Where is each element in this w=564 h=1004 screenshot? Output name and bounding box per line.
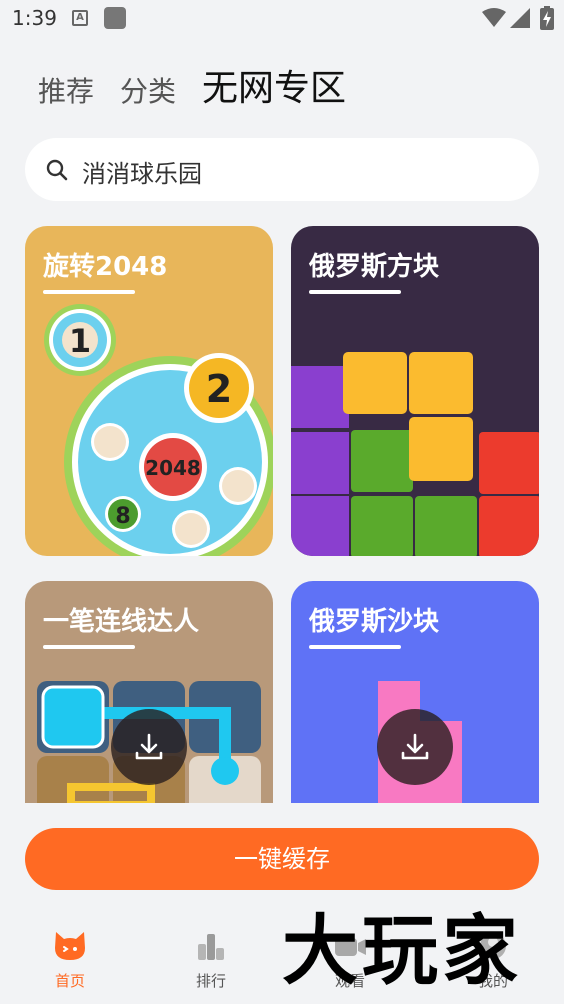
- battery-charging-icon: [540, 6, 554, 30]
- game-card-rotate-2048[interactable]: 1 2 2048 8 旋转2048: [25, 226, 273, 556]
- nav-label-home: 首页: [54, 972, 85, 990]
- watermark-logo: 大玩家: [282, 906, 522, 995]
- tab-category[interactable]: 分类: [120, 72, 176, 112]
- tab-recommend[interactable]: 推荐: [38, 72, 94, 112]
- download-button[interactable]: [111, 709, 187, 785]
- title-underline: [309, 290, 401, 294]
- ball-2-label: 2: [206, 367, 232, 411]
- download-icon: [401, 733, 429, 760]
- card-title: 俄罗斯沙块: [309, 607, 440, 637]
- card-title: 一笔连线达人: [43, 607, 200, 637]
- title-underline: [43, 290, 135, 294]
- nav-item-home[interactable]: 首页: [25, 930, 115, 991]
- search-bar[interactable]: 消消球乐园: [25, 138, 539, 201]
- nav-item-ranking[interactable]: 排行: [166, 930, 256, 991]
- title-underline: [43, 645, 135, 649]
- home-cat-icon: [55, 932, 85, 960]
- game-card-tetris[interactable]: 俄罗斯方块: [291, 226, 539, 556]
- ball-8-label: 8: [115, 504, 130, 529]
- download-button[interactable]: [377, 709, 453, 785]
- title-underline: [309, 645, 401, 649]
- status-bar: 1:39 A: [0, 0, 564, 38]
- nav-label-ranking: 排行: [195, 972, 226, 990]
- wifi-icon: [482, 8, 506, 27]
- ball-1-label: 1: [69, 322, 91, 360]
- search-placeholder: 消消球乐园: [82, 160, 202, 188]
- notification-icon: A: [72, 10, 88, 26]
- one-click-cache-button[interactable]: 一键缓存: [25, 828, 539, 890]
- search-icon: [46, 159, 68, 181]
- download-icon: [135, 733, 163, 760]
- card-title: 旋转2048: [43, 252, 168, 282]
- game-card-sand-tetris[interactable]: 俄罗斯沙块: [291, 581, 539, 803]
- ball-2048-label: 2048: [145, 456, 201, 480]
- tab-offline-zone[interactable]: 无网专区: [202, 66, 346, 112]
- ranking-bars-icon: [198, 934, 224, 960]
- card-title: 俄罗斯方块: [309, 252, 440, 282]
- game-card-one-line[interactable]: 一笔连线达人: [25, 581, 273, 803]
- top-tabs: 推荐 分类 无网专区: [38, 62, 372, 112]
- status-time: 1:39: [12, 6, 57, 30]
- signal-icon: [510, 8, 530, 28]
- app-notification-icon: [104, 7, 126, 29]
